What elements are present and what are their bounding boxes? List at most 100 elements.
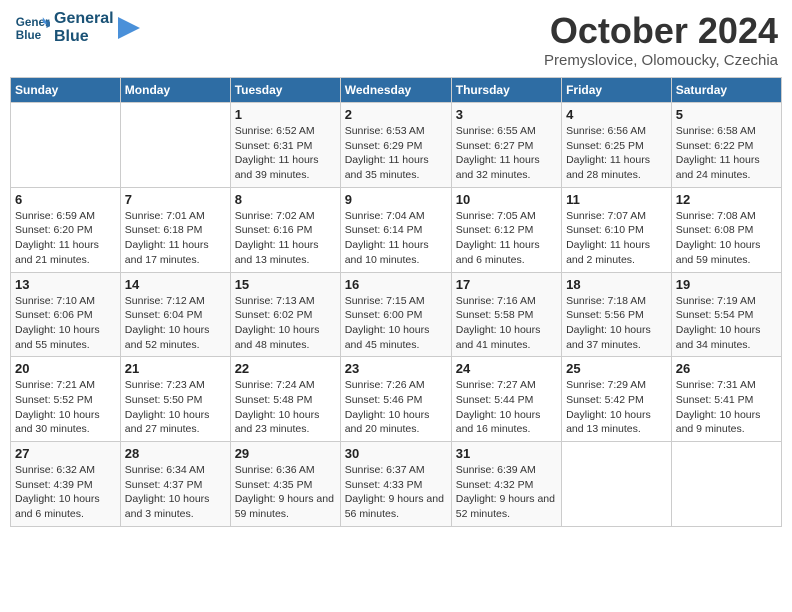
calendar-cell: 30Sunrise: 6:37 AM Sunset: 4:33 PM Dayli… — [340, 442, 451, 527]
header-cell-saturday: Saturday — [671, 78, 781, 103]
logo-arrow-icon — [118, 17, 140, 39]
day-number: 22 — [235, 361, 336, 376]
title-block: October 2024 Premyslovice, Olomoucky, Cz… — [544, 10, 778, 69]
calendar-cell: 5 Sunrise: 6:58 AM Sunset: 6:22 PM Daylig… — [671, 103, 781, 188]
day-info: Sunrise: 7:31 AM Sunset: 5:41 PM Dayligh… — [676, 378, 777, 437]
day-number: 23 — [345, 361, 447, 376]
day-number: 11 — [566, 192, 667, 207]
calendar-cell: 16 Sunrise: 7:15 AM Sunset: 6:00 PM Dayli… — [340, 272, 451, 357]
calendar-cell: 17 Sunrise: 7:16 AM Sunset: 5:58 PM Dayli… — [451, 272, 561, 357]
logo-icon: General Blue — [14, 10, 50, 46]
calendar-cell: 8 Sunrise: 7:02 AM Sunset: 6:16 PM Daylig… — [230, 187, 340, 272]
logo: General Blue General Blue — [14, 10, 140, 46]
day-number: 25 — [566, 361, 667, 376]
day-info: Sunrise: 7:16 AM Sunset: 5:58 PM Dayligh… — [456, 294, 557, 353]
calendar-cell: 22 Sunrise: 7:24 AM Sunset: 5:48 PM Dayli… — [230, 357, 340, 442]
week-row-5: 27 Sunrise: 6:32 AM Sunset: 4:39 PM Dayli… — [11, 442, 782, 527]
calendar-cell: 13 Sunrise: 7:10 AM Sunset: 6:06 PM Dayli… — [11, 272, 121, 357]
day-number: 28 — [125, 446, 226, 461]
day-number: 19 — [676, 277, 777, 292]
day-number: 21 — [125, 361, 226, 376]
day-info: Sunrise: 7:15 AM Sunset: 6:00 PM Dayligh… — [345, 294, 447, 353]
calendar-cell: 23 Sunrise: 7:26 AM Sunset: 5:46 PM Dayli… — [340, 357, 451, 442]
logo-blue: Blue — [54, 28, 114, 46]
day-info: Sunrise: 6:56 AM Sunset: 6:25 PM Dayligh… — [566, 124, 667, 183]
calendar-cell: 29Sunrise: 6:36 AM Sunset: 4:35 PM Dayli… — [230, 442, 340, 527]
day-number: 31 — [456, 446, 557, 461]
calendar-cell — [120, 103, 230, 188]
header-cell-sunday: Sunday — [11, 78, 121, 103]
calendar-cell: 27 Sunrise: 6:32 AM Sunset: 4:39 PM Dayli… — [11, 442, 121, 527]
calendar-cell: 6Sunrise: 6:59 AM Sunset: 6:20 PM Daylig… — [11, 187, 121, 272]
calendar-cell: 31 Sunrise: 6:39 AM Sunset: 4:32 PM Dayli… — [451, 442, 561, 527]
calendar-cell: 9 Sunrise: 7:04 AM Sunset: 6:14 PM Daylig… — [340, 187, 451, 272]
calendar-cell: 28 Sunrise: 6:34 AM Sunset: 4:37 PM Dayli… — [120, 442, 230, 527]
day-info: Sunrise: 7:24 AM Sunset: 5:48 PM Dayligh… — [235, 378, 336, 437]
day-info: Sunrise: 7:08 AM Sunset: 6:08 PM Dayligh… — [676, 209, 777, 268]
day-number: 4 — [566, 107, 667, 122]
calendar-cell: 14 Sunrise: 7:12 AM Sunset: 6:04 PM Dayli… — [120, 272, 230, 357]
day-number: 1 — [235, 107, 336, 122]
header-cell-thursday: Thursday — [451, 78, 561, 103]
calendar-header: SundayMondayTuesdayWednesdayThursdayFrid… — [11, 78, 782, 103]
day-info: Sunrise: 6:52 AM Sunset: 6:31 PM Dayligh… — [235, 124, 336, 183]
calendar-table: SundayMondayTuesdayWednesdayThursdayFrid… — [10, 77, 782, 527]
day-info: Sunrise: 7:04 AM Sunset: 6:14 PM Dayligh… — [345, 209, 447, 268]
day-number: 15 — [235, 277, 336, 292]
day-info: Sunrise: 7:19 AM Sunset: 5:54 PM Dayligh… — [676, 294, 777, 353]
day-number: 27 — [15, 446, 116, 461]
day-number: 14 — [125, 277, 226, 292]
day-number: 13 — [15, 277, 116, 292]
week-row-4: 20Sunrise: 7:21 AM Sunset: 5:52 PM Dayli… — [11, 357, 782, 442]
day-info: Sunrise: 6:55 AM Sunset: 6:27 PM Dayligh… — [456, 124, 557, 183]
calendar-cell: 2Sunrise: 6:53 AM Sunset: 6:29 PM Daylig… — [340, 103, 451, 188]
calendar-cell: 7 Sunrise: 7:01 AM Sunset: 6:18 PM Daylig… — [120, 187, 230, 272]
day-info: Sunrise: 6:39 AM Sunset: 4:32 PM Dayligh… — [456, 463, 557, 522]
day-info: Sunrise: 7:23 AM Sunset: 5:50 PM Dayligh… — [125, 378, 226, 437]
calendar-cell: 18 Sunrise: 7:18 AM Sunset: 5:56 PM Dayli… — [562, 272, 672, 357]
week-row-3: 13 Sunrise: 7:10 AM Sunset: 6:06 PM Dayli… — [11, 272, 782, 357]
calendar-body: 1 Sunrise: 6:52 AM Sunset: 6:31 PM Daylig… — [11, 103, 782, 527]
day-info: Sunrise: 7:01 AM Sunset: 6:18 PM Dayligh… — [125, 209, 226, 268]
day-info: Sunrise: 7:29 AM Sunset: 5:42 PM Dayligh… — [566, 378, 667, 437]
header-row: SundayMondayTuesdayWednesdayThursdayFrid… — [11, 78, 782, 103]
day-info: Sunrise: 7:18 AM Sunset: 5:56 PM Dayligh… — [566, 294, 667, 353]
logo-general: General — [54, 10, 114, 28]
calendar-cell: 19 Sunrise: 7:19 AM Sunset: 5:54 PM Dayli… — [671, 272, 781, 357]
day-number: 29 — [235, 446, 336, 461]
day-info: Sunrise: 7:02 AM Sunset: 6:16 PM Dayligh… — [235, 209, 336, 268]
day-info: Sunrise: 7:27 AM Sunset: 5:44 PM Dayligh… — [456, 378, 557, 437]
svg-text:Blue: Blue — [16, 29, 42, 42]
day-info: Sunrise: 7:12 AM Sunset: 6:04 PM Dayligh… — [125, 294, 226, 353]
day-number: 17 — [456, 277, 557, 292]
day-info: Sunrise: 7:13 AM Sunset: 6:02 PM Dayligh… — [235, 294, 336, 353]
day-number: 16 — [345, 277, 447, 292]
day-info: Sunrise: 7:10 AM Sunset: 6:06 PM Dayligh… — [15, 294, 116, 353]
day-number: 26 — [676, 361, 777, 376]
day-number: 8 — [235, 192, 336, 207]
day-info: Sunrise: 6:34 AM Sunset: 4:37 PM Dayligh… — [125, 463, 226, 522]
day-info: Sunrise: 7:07 AM Sunset: 6:10 PM Dayligh… — [566, 209, 667, 268]
day-info: Sunrise: 6:58 AM Sunset: 6:22 PM Dayligh… — [676, 124, 777, 183]
calendar-cell: 10Sunrise: 7:05 AM Sunset: 6:12 PM Dayli… — [451, 187, 561, 272]
day-number: 18 — [566, 277, 667, 292]
calendar-cell: 11 Sunrise: 7:07 AM Sunset: 6:10 PM Dayli… — [562, 187, 672, 272]
day-info: Sunrise: 6:32 AM Sunset: 4:39 PM Dayligh… — [15, 463, 116, 522]
calendar-cell: 21 Sunrise: 7:23 AM Sunset: 5:50 PM Dayli… — [120, 357, 230, 442]
day-info: Sunrise: 7:05 AM Sunset: 6:12 PM Dayligh… — [456, 209, 557, 268]
header-cell-wednesday: Wednesday — [340, 78, 451, 103]
day-number: 9 — [345, 192, 447, 207]
calendar-cell: 3Sunrise: 6:55 AM Sunset: 6:27 PM Daylig… — [451, 103, 561, 188]
day-number: 5 — [676, 107, 777, 122]
day-number: 6 — [15, 192, 116, 207]
calendar-cell: 26 Sunrise: 7:31 AM Sunset: 5:41 PM Dayli… — [671, 357, 781, 442]
day-info: Sunrise: 7:26 AM Sunset: 5:46 PM Dayligh… — [345, 378, 447, 437]
header-cell-tuesday: Tuesday — [230, 78, 340, 103]
week-row-2: 6Sunrise: 6:59 AM Sunset: 6:20 PM Daylig… — [11, 187, 782, 272]
location-subtitle: Premyslovice, Olomoucky, Czechia — [544, 52, 778, 69]
day-number: 7 — [125, 192, 226, 207]
calendar-cell — [11, 103, 121, 188]
day-info: Sunrise: 7:21 AM Sunset: 5:52 PM Dayligh… — [15, 378, 116, 437]
calendar-cell: 25 Sunrise: 7:29 AM Sunset: 5:42 PM Dayli… — [562, 357, 672, 442]
calendar-cell: 1 Sunrise: 6:52 AM Sunset: 6:31 PM Daylig… — [230, 103, 340, 188]
